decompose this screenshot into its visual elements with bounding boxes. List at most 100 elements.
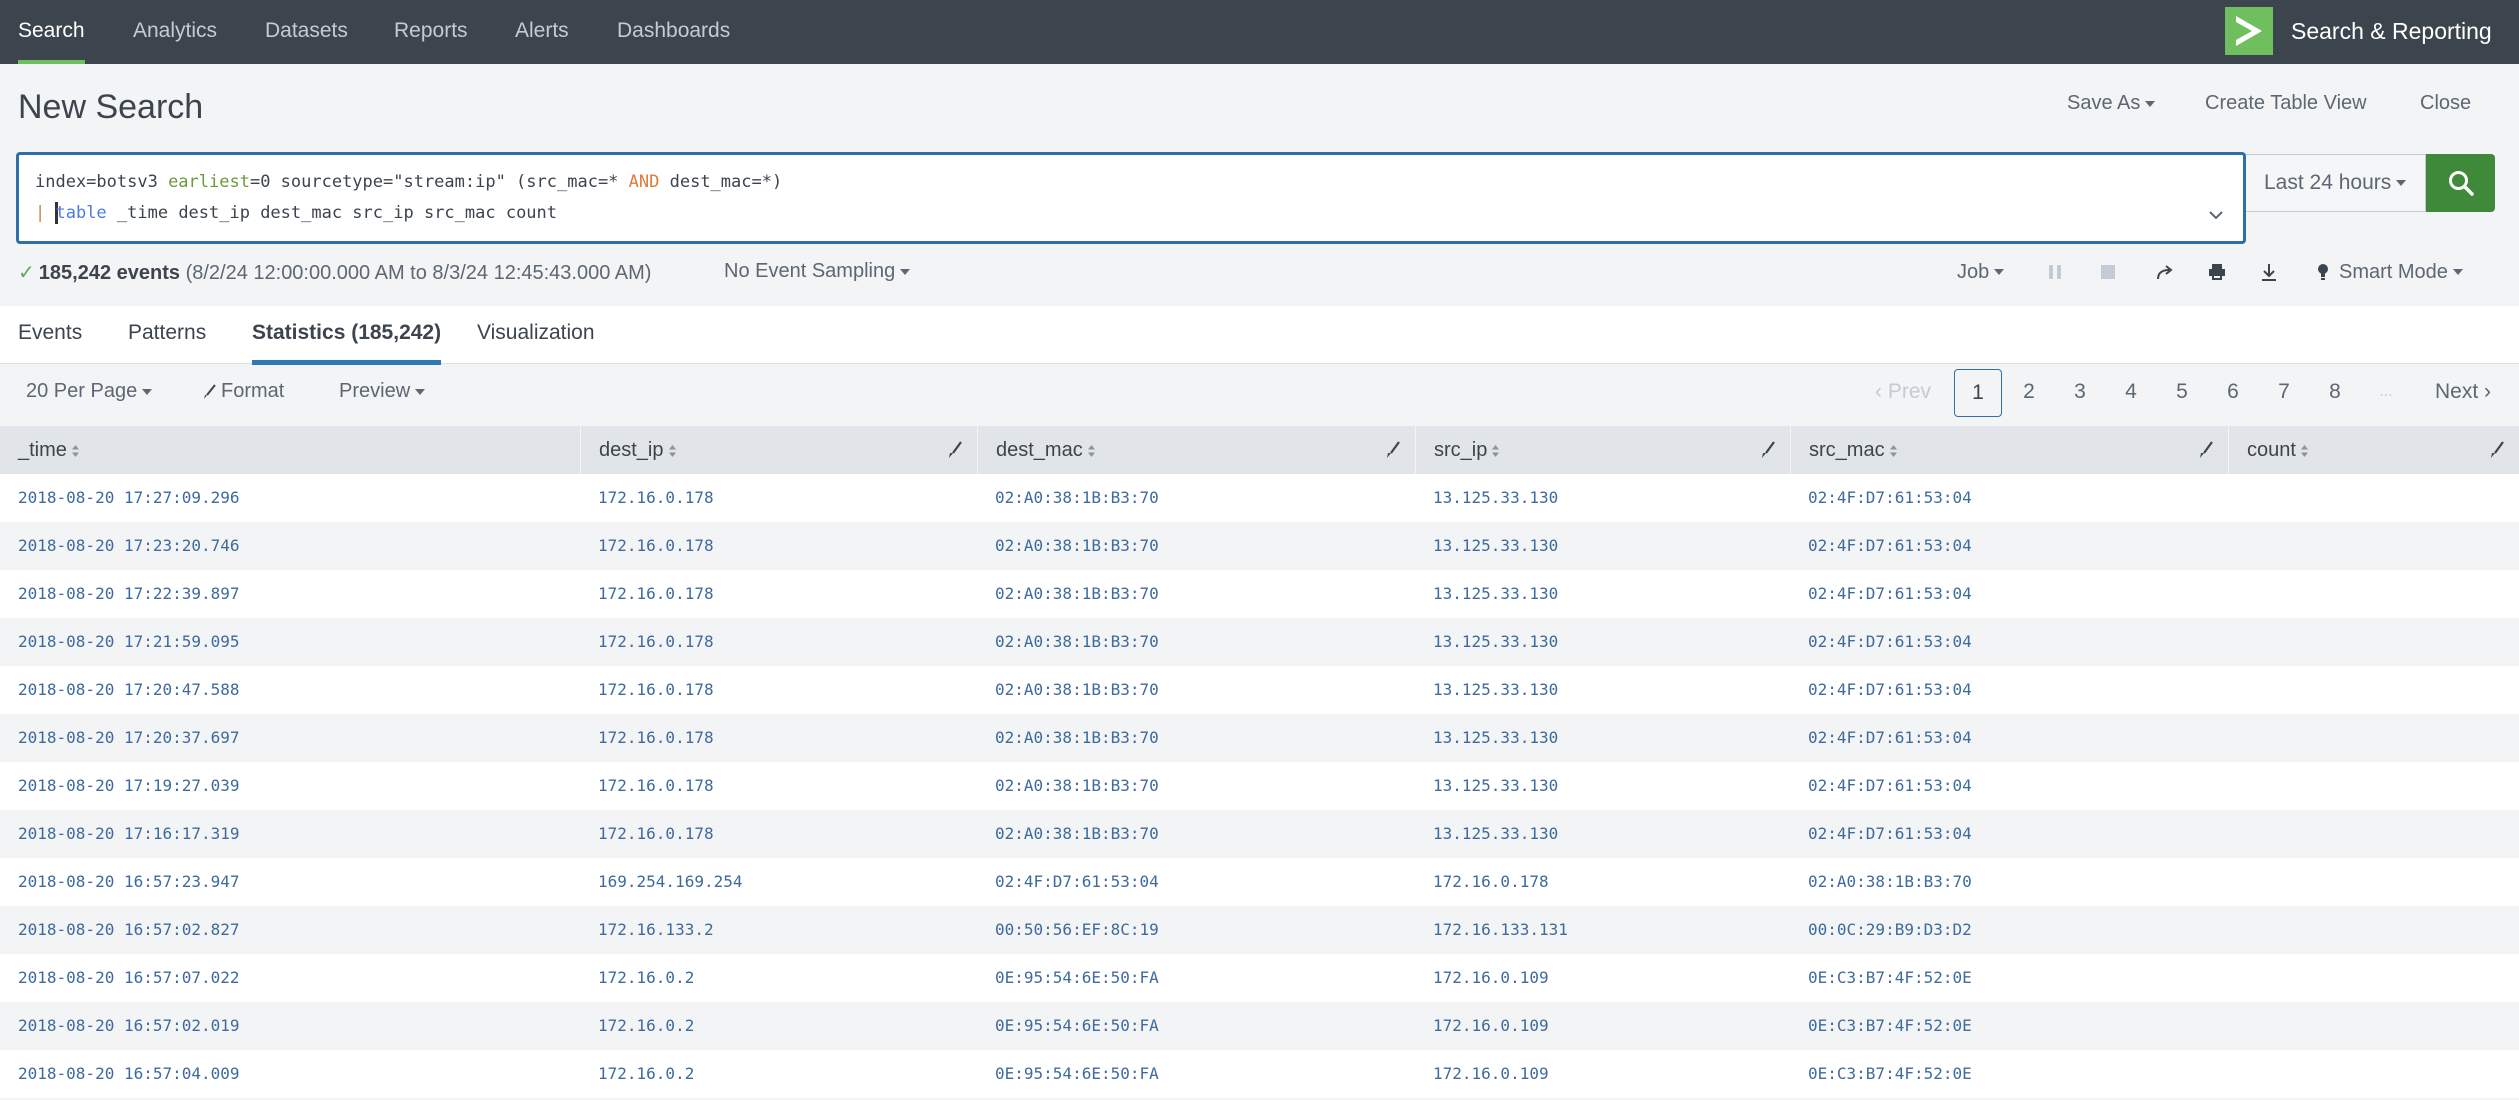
table-cell-dest-mac[interactable]: 02:4F:D7:61:53:04 xyxy=(977,858,1415,906)
table-cell-count[interactable] xyxy=(2228,906,2519,954)
table-cell-dest-mac[interactable]: 02:A0:38:1B:B3:70 xyxy=(977,570,1415,618)
table-cell-src-mac[interactable]: 02:4F:D7:61:53:04 xyxy=(1790,666,2228,714)
table-cell-time[interactable]: 2018-08-20 17:20:47.588 xyxy=(0,666,580,714)
search-mode-dropdown[interactable]: Smart Mode xyxy=(2317,258,2463,286)
table-cell-dest-ip[interactable]: 172.16.0.2 xyxy=(580,1002,977,1050)
nav-search[interactable]: Search xyxy=(18,0,85,64)
job-menu[interactable]: Job xyxy=(1957,258,2005,286)
table-cell-src-ip[interactable]: 172.16.0.178 xyxy=(1415,858,1790,906)
sort-icon[interactable] xyxy=(668,444,677,458)
table-cell-dest-ip[interactable]: 172.16.0.2 xyxy=(580,1050,977,1098)
table-cell-time[interactable]: 2018-08-20 17:21:59.095 xyxy=(0,618,580,666)
table-cell-dest-mac[interactable]: 02:A0:38:1B:B3:70 xyxy=(977,522,1415,570)
preview-dropdown[interactable]: Preview xyxy=(339,380,426,403)
table-cell-count[interactable] xyxy=(2228,570,2519,618)
table-cell-src-ip[interactable]: 172.16.133.131 xyxy=(1415,906,1790,954)
table-cell-time[interactable]: 2018-08-20 16:57:07.022 xyxy=(0,954,580,1002)
table-cell-dest-mac[interactable]: 0E:95:54:6E:50:FA xyxy=(977,1002,1415,1050)
table-cell-time[interactable]: 2018-08-20 17:23:20.746 xyxy=(0,522,580,570)
table-cell-dest-ip[interactable]: 172.16.0.2 xyxy=(580,954,977,1002)
table-cell-src-ip[interactable]: 13.125.33.130 xyxy=(1415,810,1790,858)
nav-alerts[interactable]: Alerts xyxy=(515,0,569,64)
column-header-time[interactable]: _time xyxy=(0,426,580,474)
pager-page-1[interactable]: 1 xyxy=(1954,369,2002,417)
table-cell-src-ip[interactable]: 13.125.33.130 xyxy=(1415,570,1790,618)
table-cell-dest-ip[interactable]: 172.16.0.178 xyxy=(580,522,977,570)
sort-icon[interactable] xyxy=(1889,444,1898,458)
table-cell-dest-mac[interactable]: 0E:95:54:6E:50:FA xyxy=(977,954,1415,1002)
table-cell-count[interactable] xyxy=(2228,1050,2519,1098)
format-button[interactable]: Format xyxy=(203,380,284,403)
table-cell-count[interactable] xyxy=(2228,522,2519,570)
table-cell-src-mac[interactable]: 0E:C3:B7:4F:52:0E xyxy=(1790,1050,2228,1098)
table-cell-count[interactable] xyxy=(2228,858,2519,906)
table-cell-time[interactable]: 2018-08-20 16:57:02.827 xyxy=(0,906,580,954)
nav-dashboards[interactable]: Dashboards xyxy=(617,0,730,64)
table-cell-src-ip[interactable]: 172.16.0.109 xyxy=(1415,954,1790,1002)
table-cell-src-ip[interactable]: 13.125.33.130 xyxy=(1415,666,1790,714)
table-cell-src-mac[interactable]: 02:4F:D7:61:53:04 xyxy=(1790,570,2228,618)
nav-datasets[interactable]: Datasets xyxy=(265,0,348,64)
table-cell-time[interactable]: 2018-08-20 17:16:17.319 xyxy=(0,810,580,858)
create-table-view-button[interactable]: Create Table View xyxy=(2205,92,2367,115)
table-cell-dest-mac[interactable]: 02:A0:38:1B:B3:70 xyxy=(977,810,1415,858)
table-cell-src-ip[interactable]: 13.125.33.130 xyxy=(1415,714,1790,762)
table-cell-count[interactable] xyxy=(2228,474,2519,522)
table-cell-src-mac[interactable]: 02:4F:D7:61:53:04 xyxy=(1790,714,2228,762)
paintbrush-icon[interactable] xyxy=(947,441,963,459)
table-cell-time[interactable]: 2018-08-20 16:57:23.947 xyxy=(0,858,580,906)
save-as-button[interactable]: Save As xyxy=(2067,92,2156,115)
sort-icon[interactable] xyxy=(2300,444,2309,458)
column-header-destmac[interactable]: dest_mac xyxy=(977,426,1415,474)
app-name[interactable]: Search & Reporting xyxy=(2291,0,2492,64)
table-cell-time[interactable]: 2018-08-20 16:57:02.019 xyxy=(0,1002,580,1050)
table-cell-src-mac[interactable]: 0E:C3:B7:4F:52:0E xyxy=(1790,954,2228,1002)
table-cell-src-ip[interactable]: 13.125.33.130 xyxy=(1415,522,1790,570)
pager-page-5[interactable]: 5 xyxy=(2158,369,2206,417)
export-download-icon[interactable] xyxy=(2255,258,2283,286)
table-cell-count[interactable] xyxy=(2228,714,2519,762)
nav-analytics[interactable]: Analytics xyxy=(133,0,217,64)
table-cell-src-ip[interactable]: 172.16.0.109 xyxy=(1415,1002,1790,1050)
table-cell-src-mac[interactable]: 02:4F:D7:61:53:04 xyxy=(1790,522,2228,570)
table-cell-count[interactable] xyxy=(2228,1002,2519,1050)
column-header-count[interactable]: count xyxy=(2228,426,2519,474)
table-cell-src-ip[interactable]: 13.125.33.130 xyxy=(1415,762,1790,810)
per-page-dropdown[interactable]: 20 Per Page xyxy=(26,380,153,403)
table-cell-dest-mac[interactable]: 02:A0:38:1B:B3:70 xyxy=(977,666,1415,714)
table-cell-dest-ip[interactable]: 172.16.0.178 xyxy=(580,762,977,810)
column-header-srcmac[interactable]: src_mac xyxy=(1790,426,2228,474)
event-sampling-dropdown[interactable]: No Event Sampling xyxy=(724,260,911,283)
tab-events[interactable]: Events xyxy=(18,306,82,364)
nav-reports[interactable]: Reports xyxy=(394,0,468,64)
table-cell-count[interactable] xyxy=(2228,666,2519,714)
table-cell-dest-mac[interactable]: 02:A0:38:1B:B3:70 xyxy=(977,474,1415,522)
pause-icon[interactable] xyxy=(2041,258,2069,286)
paintbrush-icon[interactable] xyxy=(2198,441,2214,459)
table-cell-time[interactable]: 2018-08-20 16:57:04.009 xyxy=(0,1050,580,1098)
sort-icon[interactable] xyxy=(1087,444,1096,458)
stop-icon[interactable] xyxy=(2094,258,2122,286)
paintbrush-icon[interactable] xyxy=(1760,441,1776,459)
table-cell-dest-ip[interactable]: 172.16.0.178 xyxy=(580,666,977,714)
tab-visualization[interactable]: Visualization xyxy=(477,306,595,364)
sort-icon[interactable] xyxy=(1491,444,1500,458)
paintbrush-icon[interactable] xyxy=(2489,441,2505,459)
tab-patterns[interactable]: Patterns xyxy=(128,306,206,364)
paintbrush-icon[interactable] xyxy=(1385,441,1401,459)
table-cell-src-ip[interactable]: 172.16.0.109 xyxy=(1415,1050,1790,1098)
table-cell-src-mac[interactable]: 02:A0:38:1B:B3:70 xyxy=(1790,858,2228,906)
sort-icon[interactable] xyxy=(71,444,80,458)
table-cell-src-mac[interactable]: 02:4F:D7:61:53:04 xyxy=(1790,474,2228,522)
table-cell-src-mac[interactable]: 00:0C:29:B9:D3:D2 xyxy=(1790,906,2228,954)
table-cell-dest-ip[interactable]: 172.16.0.178 xyxy=(580,570,977,618)
table-cell-src-mac[interactable]: 0E:C3:B7:4F:52:0E xyxy=(1790,1002,2228,1050)
table-cell-src-ip[interactable]: 13.125.33.130 xyxy=(1415,474,1790,522)
table-cell-count[interactable] xyxy=(2228,762,2519,810)
column-header-destip[interactable]: dest_ip xyxy=(580,426,977,474)
table-cell-count[interactable] xyxy=(2228,954,2519,1002)
pager-next[interactable]: Next › xyxy=(2425,369,2501,417)
pager-page-3[interactable]: 3 xyxy=(2056,369,2104,417)
pager-page-4[interactable]: 4 xyxy=(2107,369,2155,417)
pager-page-6[interactable]: 6 xyxy=(2209,369,2257,417)
